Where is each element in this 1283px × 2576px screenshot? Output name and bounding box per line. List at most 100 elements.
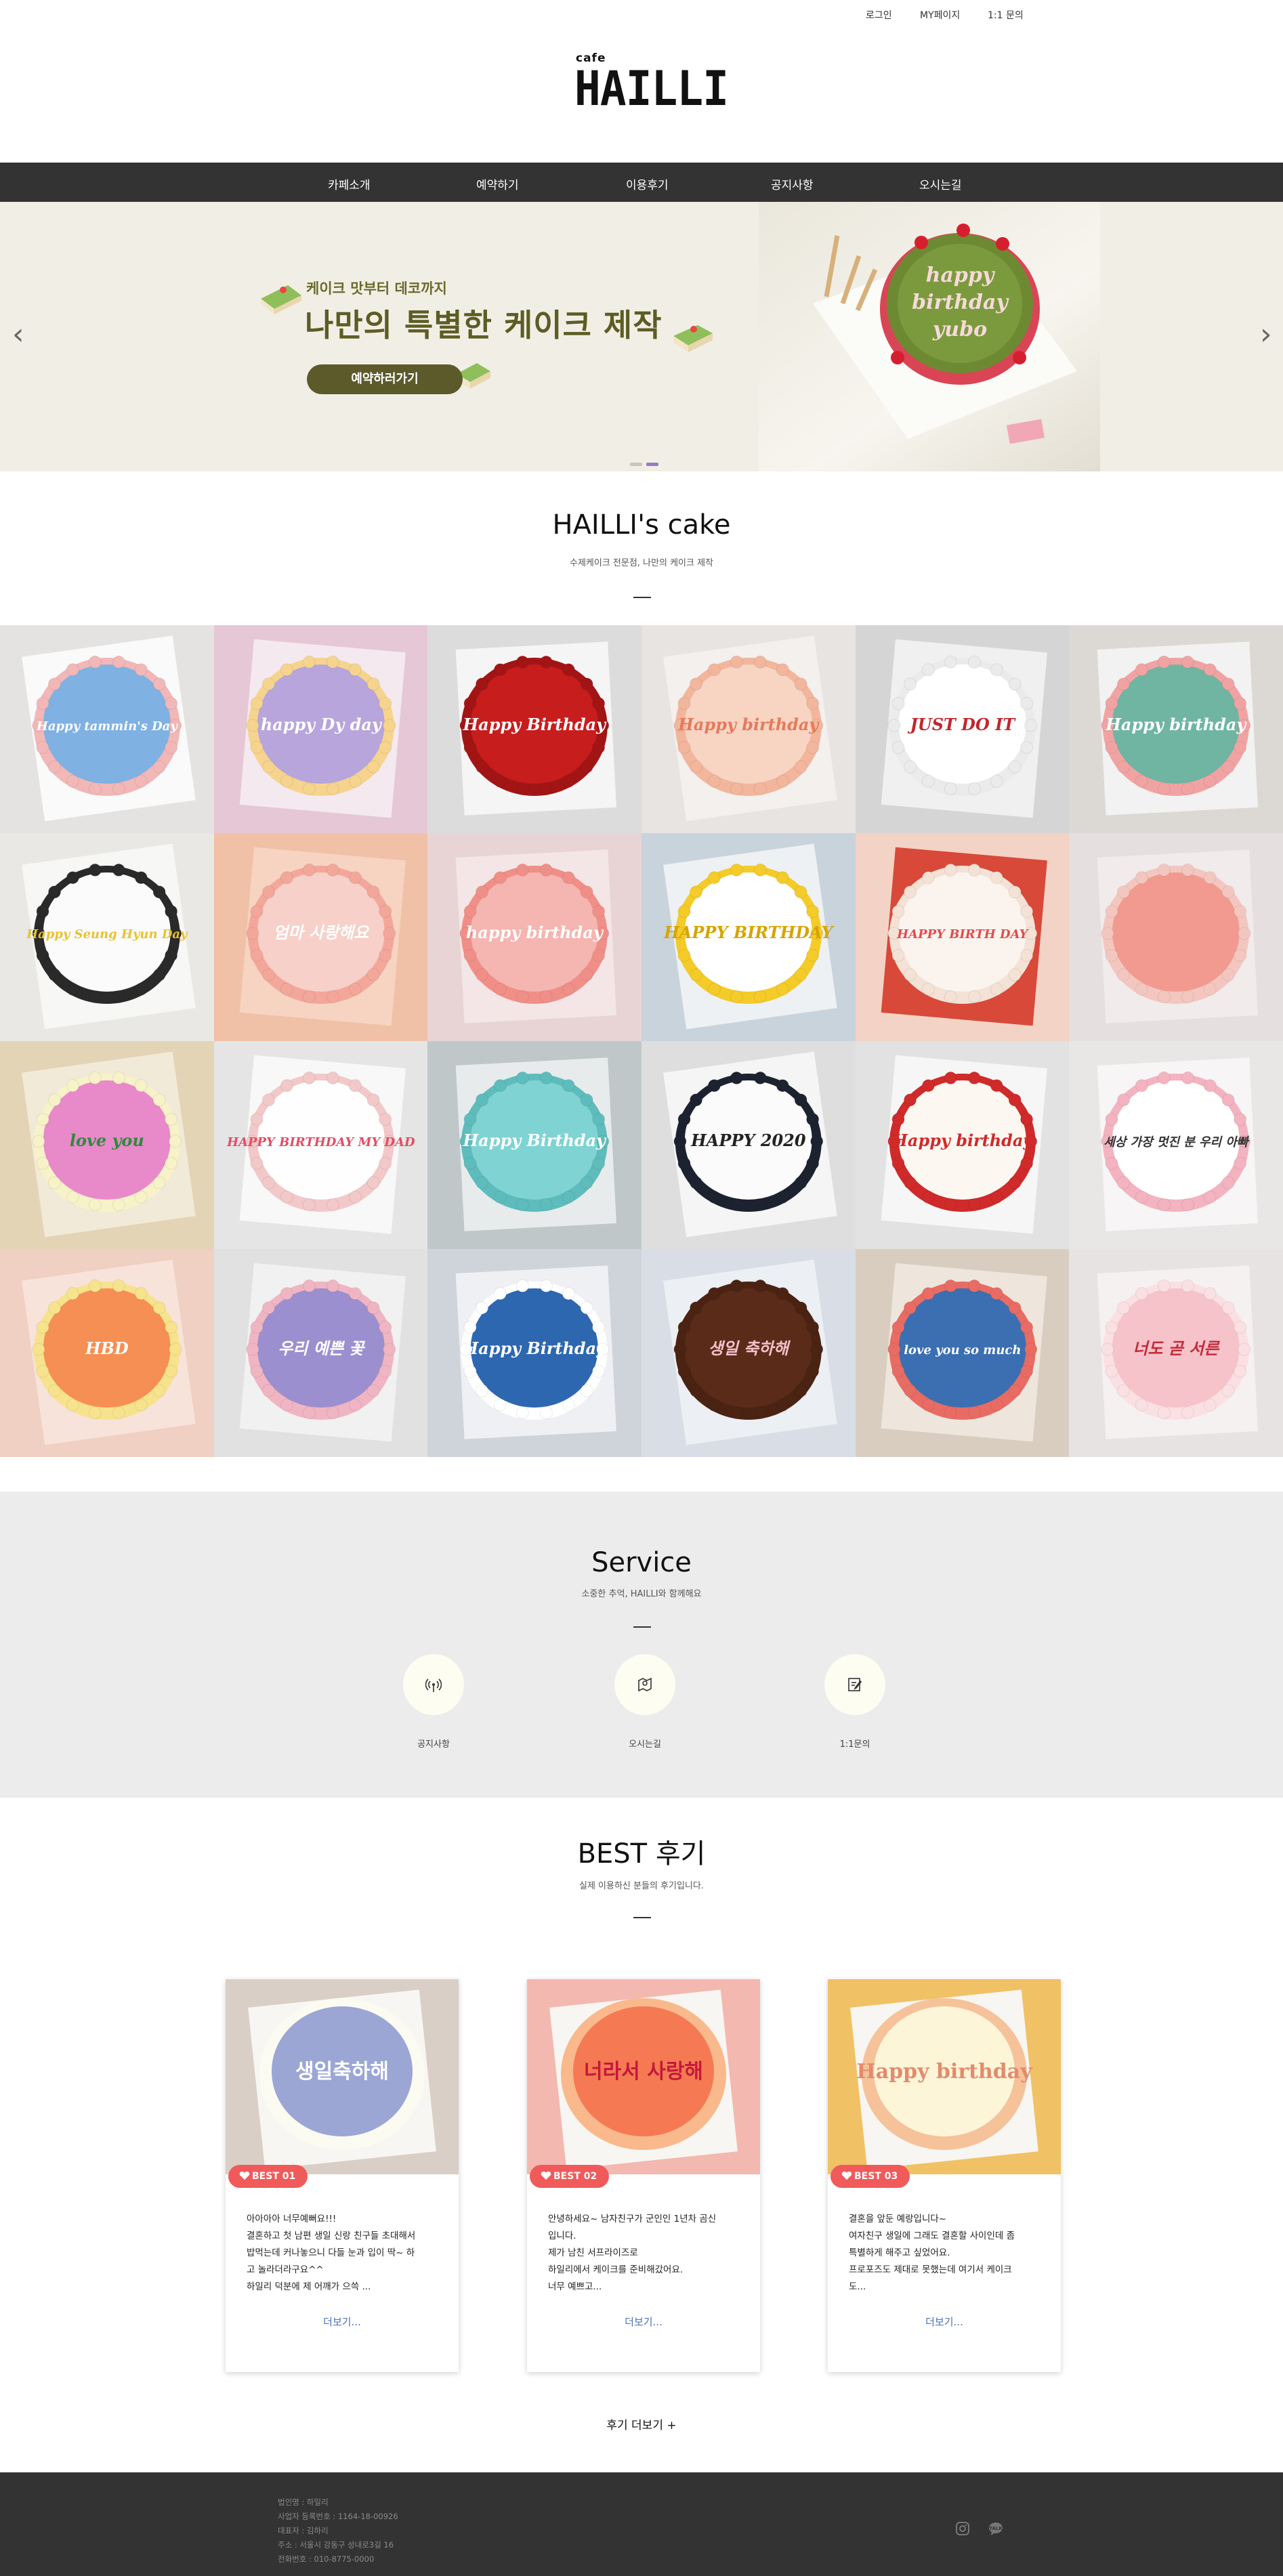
gallery-tile[interactable]: 생일 축하해: [641, 1249, 856, 1457]
review-more-link[interactable]: 더보기...: [226, 2315, 459, 2329]
piping-dot: [753, 990, 767, 1004]
piping-dot: [152, 1093, 166, 1107]
best-badge: BEST 02: [530, 2165, 610, 2188]
piping-dot: [677, 1113, 691, 1126]
gallery-tile[interactable]: Happy tammin's Day: [0, 625, 214, 833]
piping-dot: [1105, 741, 1118, 754]
piping-dot: [494, 871, 507, 885]
cake-photo: JUST DO IT: [881, 639, 1047, 818]
login-link[interactable]: 로그인: [866, 8, 892, 22]
service-inquiry[interactable]: 1:1문의: [824, 1654, 885, 1750]
piping-dot: [1238, 927, 1251, 940]
piping-dot: [48, 1093, 62, 1107]
review-text: 결혼을 앞둔 예랑입니다~ 여자친구 생일에 그래도 결혼할 사이인데 좀 특별하게…: [849, 2211, 1045, 2296]
piping-dot: [1181, 655, 1195, 669]
review-more-link[interactable]: 더보기...: [527, 2315, 760, 2329]
piping-dot: [1181, 1279, 1195, 1292]
piping-dot: [246, 927, 259, 940]
service-notice-circle[interactable]: [403, 1654, 464, 1715]
review-photo: Happy birthday: [828, 1979, 1061, 2174]
slide-dot[interactable]: [630, 463, 642, 466]
review-card[interactable]: 생일축하해 BEST 01 아아아아 너무예뻐요!!! 결혼하고 첫 남편 생일 신…: [226, 1979, 459, 2372]
review-cake-image: 생일축하해: [248, 1989, 436, 2170]
piping-dot: [280, 871, 293, 885]
next-slide-icon[interactable]: ›: [1260, 317, 1272, 352]
gallery-tile[interactable]: Happy Seung Hyun Day: [0, 833, 214, 1041]
service-directions[interactable]: 오시는길: [614, 1654, 675, 1750]
gallery-tile[interactable]: love you: [0, 1041, 214, 1249]
piping-dot: [730, 1198, 743, 1212]
kakaotalk-icon[interactable]: TALK: [988, 2521, 1004, 2536]
piping-dot: [891, 697, 905, 710]
gallery-tile[interactable]: Happy Birthday: [427, 1041, 642, 1249]
piping-dot: [1204, 871, 1217, 885]
piping-dot: [348, 1190, 362, 1204]
heart-icon: [541, 2171, 551, 2180]
slide-dot-active[interactable]: [646, 463, 658, 466]
instagram-icon[interactable]: [955, 2521, 970, 2536]
gallery-tile[interactable]: [1069, 833, 1283, 1041]
piping-dot: [1117, 1384, 1131, 1397]
gallery-tile[interactable]: love you so much: [855, 1249, 1070, 1457]
piping-dot: [463, 1321, 477, 1334]
nav-item-directions[interactable]: 오시는길: [919, 175, 962, 192]
piping-dot: [1008, 677, 1022, 691]
cake-photo: Happy tammin's Day: [22, 635, 196, 822]
piping-dot: [944, 1279, 957, 1292]
service-inquiry-circle[interactable]: [824, 1654, 885, 1715]
service-notice[interactable]: 공지사항: [403, 1654, 464, 1750]
gallery-tile[interactable]: HAPPY BIRTHDAY MY DAD: [213, 1041, 428, 1249]
gallery-tile[interactable]: Happy birthday: [1069, 625, 1283, 833]
review-text-line: 결혼하고 첫 남편 생일 신랑 친구들 초대해서: [247, 2231, 416, 2241]
piping-dot: [88, 655, 102, 669]
piping-dot: [246, 719, 259, 732]
gallery-tile[interactable]: HAPPY 2020: [641, 1041, 856, 1249]
piping-dot: [776, 774, 789, 788]
reserve-button[interactable]: 예약하러가기: [307, 364, 463, 394]
gallery-tile[interactable]: 세상 가장 멋진 분 우리 아빠: [1069, 1041, 1283, 1249]
mypage-link[interactable]: MY페이지: [920, 8, 960, 22]
piping-dot: [378, 905, 392, 918]
inquiry-link[interactable]: 1:1 문의: [988, 8, 1024, 22]
gallery-tile[interactable]: happy birthday: [427, 833, 642, 1041]
broadcast-icon: [425, 1678, 442, 1692]
gallery-tile[interactable]: Happy Birthday: [427, 625, 642, 833]
gallery-tile[interactable]: happy Dy day: [213, 625, 428, 833]
piping-dot: [494, 982, 507, 996]
gallery-tile[interactable]: Happy birthday: [641, 625, 856, 833]
prev-slide-icon[interactable]: ‹: [12, 317, 24, 352]
nav-item-notice[interactable]: 공지사항: [771, 175, 814, 192]
piping-dot: [152, 885, 166, 899]
piping-dot: [806, 1157, 820, 1170]
gallery-tile[interactable]: 너도 곧 서른: [1069, 1249, 1283, 1457]
more-reviews-link[interactable]: 후기 더보기 +: [0, 2415, 1283, 2432]
gallery-tile[interactable]: Happy birthday: [855, 1041, 1070, 1249]
banner-cake-text-1: happy: [926, 263, 996, 287]
gallery-tile[interactable]: Happy Birthday: [427, 1249, 642, 1457]
gallery-tile[interactable]: 우리 예쁜 꽃: [213, 1249, 428, 1457]
site-logo[interactable]: cafe HAILLI: [574, 51, 729, 117]
gallery-tile[interactable]: HAPPY BIRTHDAY: [641, 833, 856, 1041]
piping-dot: [707, 774, 721, 788]
service-directions-circle[interactable]: [614, 1654, 675, 1715]
review-more-link[interactable]: 더보기...: [828, 2315, 1061, 2329]
piping-dot: [1117, 760, 1131, 774]
gallery-tile[interactable]: 엄마 사랑해요: [213, 833, 428, 1041]
nav-item-about[interactable]: 카페소개: [328, 175, 371, 192]
piping-dot: [463, 1113, 477, 1126]
gallery-tile[interactable]: JUST DO IT: [855, 625, 1070, 833]
gallery-tile[interactable]: HBD: [0, 1249, 214, 1457]
piping-dot: [1204, 1287, 1217, 1301]
piping-dot: [673, 1343, 687, 1356]
gallery-tile[interactable]: HAPPY BIRTH DAY: [855, 833, 1070, 1041]
nav-item-reserve[interactable]: 예약하기: [476, 175, 519, 192]
piping-dot: [152, 677, 166, 691]
review-card[interactable]: Happy birthday BEST 03 결혼을 앞둔 예랑입니다~ 여자친구 …: [828, 1979, 1061, 2372]
nav-item-reviews[interactable]: 이용후기: [626, 175, 669, 192]
piping-dot: [1221, 885, 1235, 899]
review-card[interactable]: 너라서 사랑해 BEST 02 안녕하세요~ 남자친구가 군인인 1년차 곰신 입니…: [527, 1979, 760, 2372]
piping-dot: [677, 697, 691, 710]
cake-photo: 세상 가장 멋진 분 우리 아빠: [1097, 1057, 1259, 1231]
piping-dot: [944, 655, 957, 669]
piping-dot: [169, 1135, 182, 1148]
